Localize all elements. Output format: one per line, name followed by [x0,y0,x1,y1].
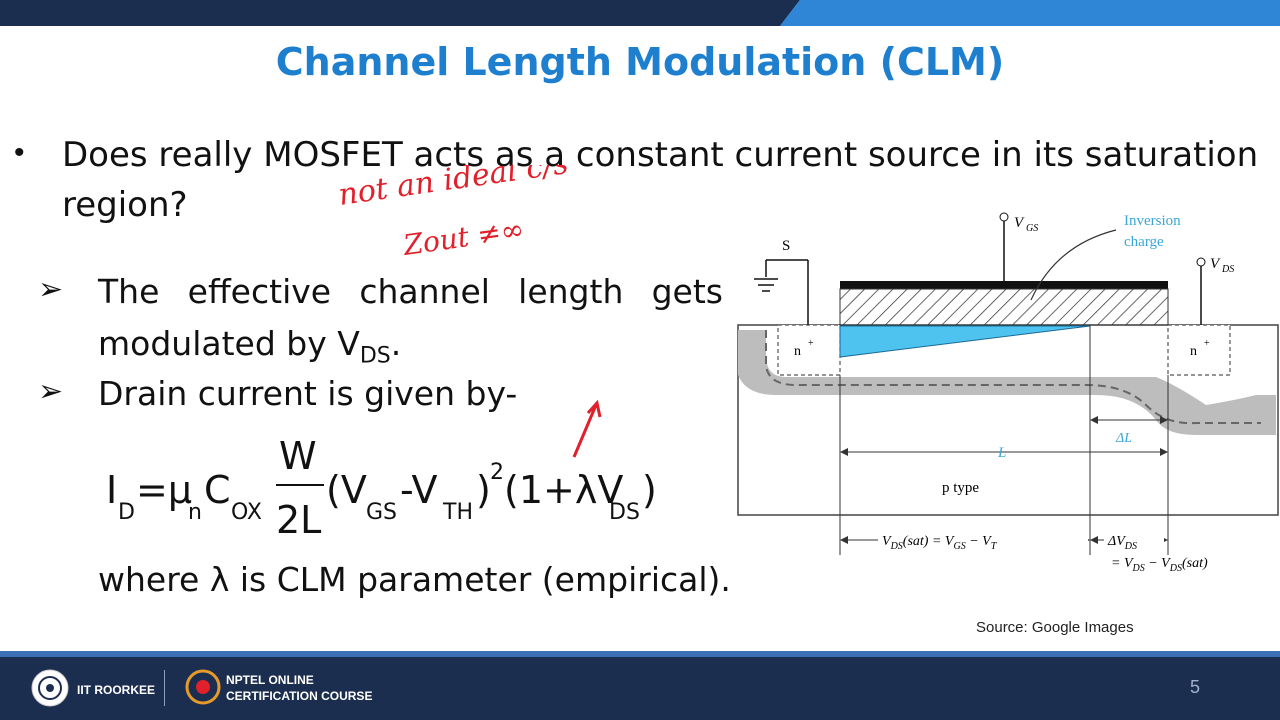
svg-text:GS: GS [1026,223,1038,234]
arrow-bullet-2: ➢ [38,374,64,409]
svg-text:+: + [808,338,814,349]
nptel-logo-icon [185,669,221,705]
top-banner [0,0,1280,26]
annotation-not-ideal: not an ideal c/s [336,165,570,213]
annotation-zout: Zout ≠∞ [400,212,526,262]
footer-divider [164,670,165,706]
drain-region-label: n [1190,344,1197,359]
drain-current-equation: I D =μ n C OX W 2L (V GS -V TH ) 2 (1+λV… [106,434,657,542]
nptel-label-1: NPTEL ONLINE [226,673,314,687]
handwritten-annotation: not an ideal c/s Zout ≠∞ [336,165,570,262]
iit-roorkee-label: IIT ROORKEE [77,683,156,697]
svg-text:V: V [1014,215,1025,231]
svg-text:= VDS − VDS(sat): = VDS − VDS(sat) [1111,556,1208,574]
svg-text:+: + [1204,338,1210,349]
point-drain-current: Drain current is given by- [98,374,518,413]
inversion-label: Inversion [1124,213,1181,229]
source-region-label: n [794,344,801,359]
delta-l-label: ΔL [1115,431,1132,446]
mosfet-clm-diagram: n + n + V GS V DS S Inversion charge L Δ… [737,212,1279,574]
channel-length-label: L [997,445,1006,461]
svg-text:charge: charge [1124,234,1164,250]
iit-roorkee-logo-icon [31,669,69,707]
where-lambda-text: where λ is CLM parameter (empirical). [98,560,731,599]
vdsat-label: VDS(sat) = VGS − VT [878,531,1088,552]
source-credit: Source: Google Images [976,619,1134,636]
p-type-label: p type [942,480,979,496]
svg-text:DS: DS [1221,264,1234,275]
gate-oxide [839,288,1169,326]
point-effective-channel: The effective channel length gets modulated … [98,272,723,369]
nptel-label-2: CERTIFICATION COURSE [226,689,373,703]
page-number: 5 [1190,677,1201,697]
source-label: S [782,238,790,254]
svg-text:V: V [1210,256,1221,272]
gate-electrode [840,281,1168,289]
arrow-bullet-1: ➢ [38,272,64,307]
bullet-dot: • [14,136,25,169]
delta-vds-label: ΔVDS = VDS − VDS(sat) [1104,531,1208,574]
slide-title: Channel Length Modulation (CLM) [275,40,1005,84]
